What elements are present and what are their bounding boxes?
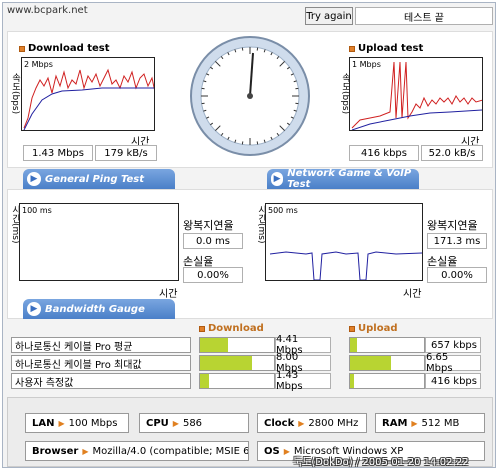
ping-time-label: 시간 — [159, 289, 178, 300]
try-again-button[interactable]: Try again — [305, 7, 353, 25]
speed-test-window: www.bcpark.net Try again 테스트 끝 Download … — [2, 2, 496, 468]
game-rtt-field: 171.3 ms — [427, 233, 487, 249]
gauge-upload-bar — [349, 337, 425, 353]
browser-value: Mozilla/4.0 (compatible; MSIE 6.0 — [92, 445, 249, 457]
upload-title-text: Upload test — [358, 43, 424, 54]
gauge-download-head-text: Download — [208, 323, 264, 334]
game-plot — [269, 251, 422, 280]
cpu-value: 586 — [182, 417, 203, 429]
gauge-download-head: Download — [199, 323, 264, 334]
ping-rtt-label: 왕복지연율 — [183, 219, 234, 232]
test-status-field: 테스트 끝 — [355, 7, 493, 25]
gauge-upload-bar — [349, 373, 425, 389]
download-marker-icon — [19, 45, 25, 52]
tab-network-game-voip[interactable]: ▶ Network Game & VoIP Test — [267, 168, 419, 190]
ping-scale: 100 ms — [22, 206, 52, 215]
download-kbs-field: 179 kB/s — [95, 145, 157, 161]
gauge-download-bar-fill — [200, 356, 252, 370]
ram-label: RAM — [382, 417, 408, 429]
ram-value: 512 MB — [421, 417, 460, 429]
lan-label: LAN — [32, 417, 55, 429]
download-graph: 2 Mbps — [21, 57, 155, 131]
download-title-text: Download test — [28, 43, 110, 54]
gauge-download-bar-fill — [200, 374, 209, 388]
download-title: Download test — [19, 43, 110, 54]
clock-label: Clock — [264, 417, 295, 429]
game-graph: 500 ms — [265, 203, 423, 281]
download-head-marker-icon — [199, 325, 205, 332]
tab-general-ping-label: General Ping Test — [45, 173, 145, 185]
gauge-row-label: 사용자 측정값 — [11, 373, 191, 389]
browser-info: Browser ▶ Mozilla/4.0 (compatible; MSIE 6.… — [25, 441, 249, 461]
download-mbps-field: 1.43 Mbps — [23, 145, 93, 161]
gauge-upload-value: 657 kbps — [425, 337, 481, 353]
ping-rtt-field: 0.0 ms — [183, 233, 243, 249]
gauge-row-label: 하나로통신 케이블 Pro 평균 — [11, 337, 191, 353]
tab-bandwidth-gauge[interactable]: ▶ Bandwidth Gauge — [23, 299, 175, 319]
watermark: 둑도(DokDo) / 2005-01-20 14:02:22 — [293, 457, 469, 468]
ram-info: RAM ▶ 512 MB — [375, 413, 485, 433]
triangle-right-icon: ▶ — [82, 446, 89, 456]
game-loss-field: 0.00% — [427, 267, 487, 283]
tab-general-ping-test[interactable]: ▶ General Ping Test — [23, 169, 175, 189]
ping-graph: 100 ms — [19, 203, 179, 281]
upload-plot — [351, 61, 482, 130]
gauge-upload-bar-fill — [350, 338, 358, 352]
gauge-download-value: 4.41 Mbps — [275, 334, 331, 356]
speedometer-gauge — [190, 36, 310, 156]
game-time-label: 시간 — [403, 289, 422, 300]
gauge-upload-bar — [349, 355, 425, 371]
upload-kbs-field: 52.0 kB/s — [421, 145, 483, 161]
gauge-download-bar — [199, 337, 275, 353]
upload-head-marker-icon — [349, 325, 355, 332]
url-label: www.bcpark.net — [7, 5, 88, 16]
lan-value: 100 Mbps — [68, 417, 118, 429]
triangle-right-icon: ▶ — [172, 418, 179, 428]
browser-label: Browser — [32, 445, 79, 457]
triangle-right-icon: ▶ — [411, 418, 418, 428]
ping-loss-field: 0.00% — [183, 267, 243, 283]
gauge-download-bar-fill — [200, 338, 229, 352]
gauge-upload-value: 6.65 Mbps — [425, 352, 481, 374]
arrow-right-icon: ▶ — [27, 172, 41, 186]
upload-title: Upload test — [349, 43, 423, 54]
triangle-right-icon: ▶ — [58, 418, 65, 428]
gauge-download-value: 1.43 Mbps — [275, 370, 331, 392]
triangle-right-icon: ▶ — [283, 446, 290, 456]
download-plot — [23, 68, 154, 130]
gauge-upload-bar-fill — [350, 356, 391, 370]
gauge-row-label: 하나로통신 케이블 Pro 최대값 — [11, 355, 191, 371]
gauge-upload-head-text: Upload — [358, 323, 398, 334]
upload-graph: 1 Mbps — [349, 57, 483, 131]
gauge-upload-bar-fill — [350, 374, 355, 388]
cpu-info: CPU ▶ 586 — [139, 413, 249, 433]
cpu-label: CPU — [146, 417, 169, 429]
gauge-download-bar — [199, 355, 275, 371]
gauge-download-bar — [199, 373, 275, 389]
lan-info: LAN ▶ 100 Mbps — [25, 413, 129, 433]
tab-bandwidth-gauge-label: Bandwidth Gauge — [45, 303, 145, 315]
clock-info: Clock ▶ 2800 MHz — [257, 413, 367, 433]
game-rtt-label: 왕복지연율 — [427, 219, 478, 232]
triangle-right-icon: ▶ — [298, 418, 305, 428]
arrow-right-icon: ▶ — [27, 302, 41, 316]
clock-value: 2800 MHz — [308, 417, 359, 429]
arrow-right-icon: ▶ — [271, 172, 284, 186]
os-label: OS — [264, 445, 280, 457]
gauge-upload-value: 416 kbps — [425, 373, 481, 389]
tab-network-game-label: Network Game & VoIP Test — [287, 168, 412, 190]
gauge-upload-head: Upload — [349, 323, 397, 334]
upload-marker-icon — [349, 45, 355, 52]
gauge-download-value: 8.00 Mbps — [275, 352, 331, 374]
upload-kbps-field: 416 kbps — [349, 145, 419, 161]
